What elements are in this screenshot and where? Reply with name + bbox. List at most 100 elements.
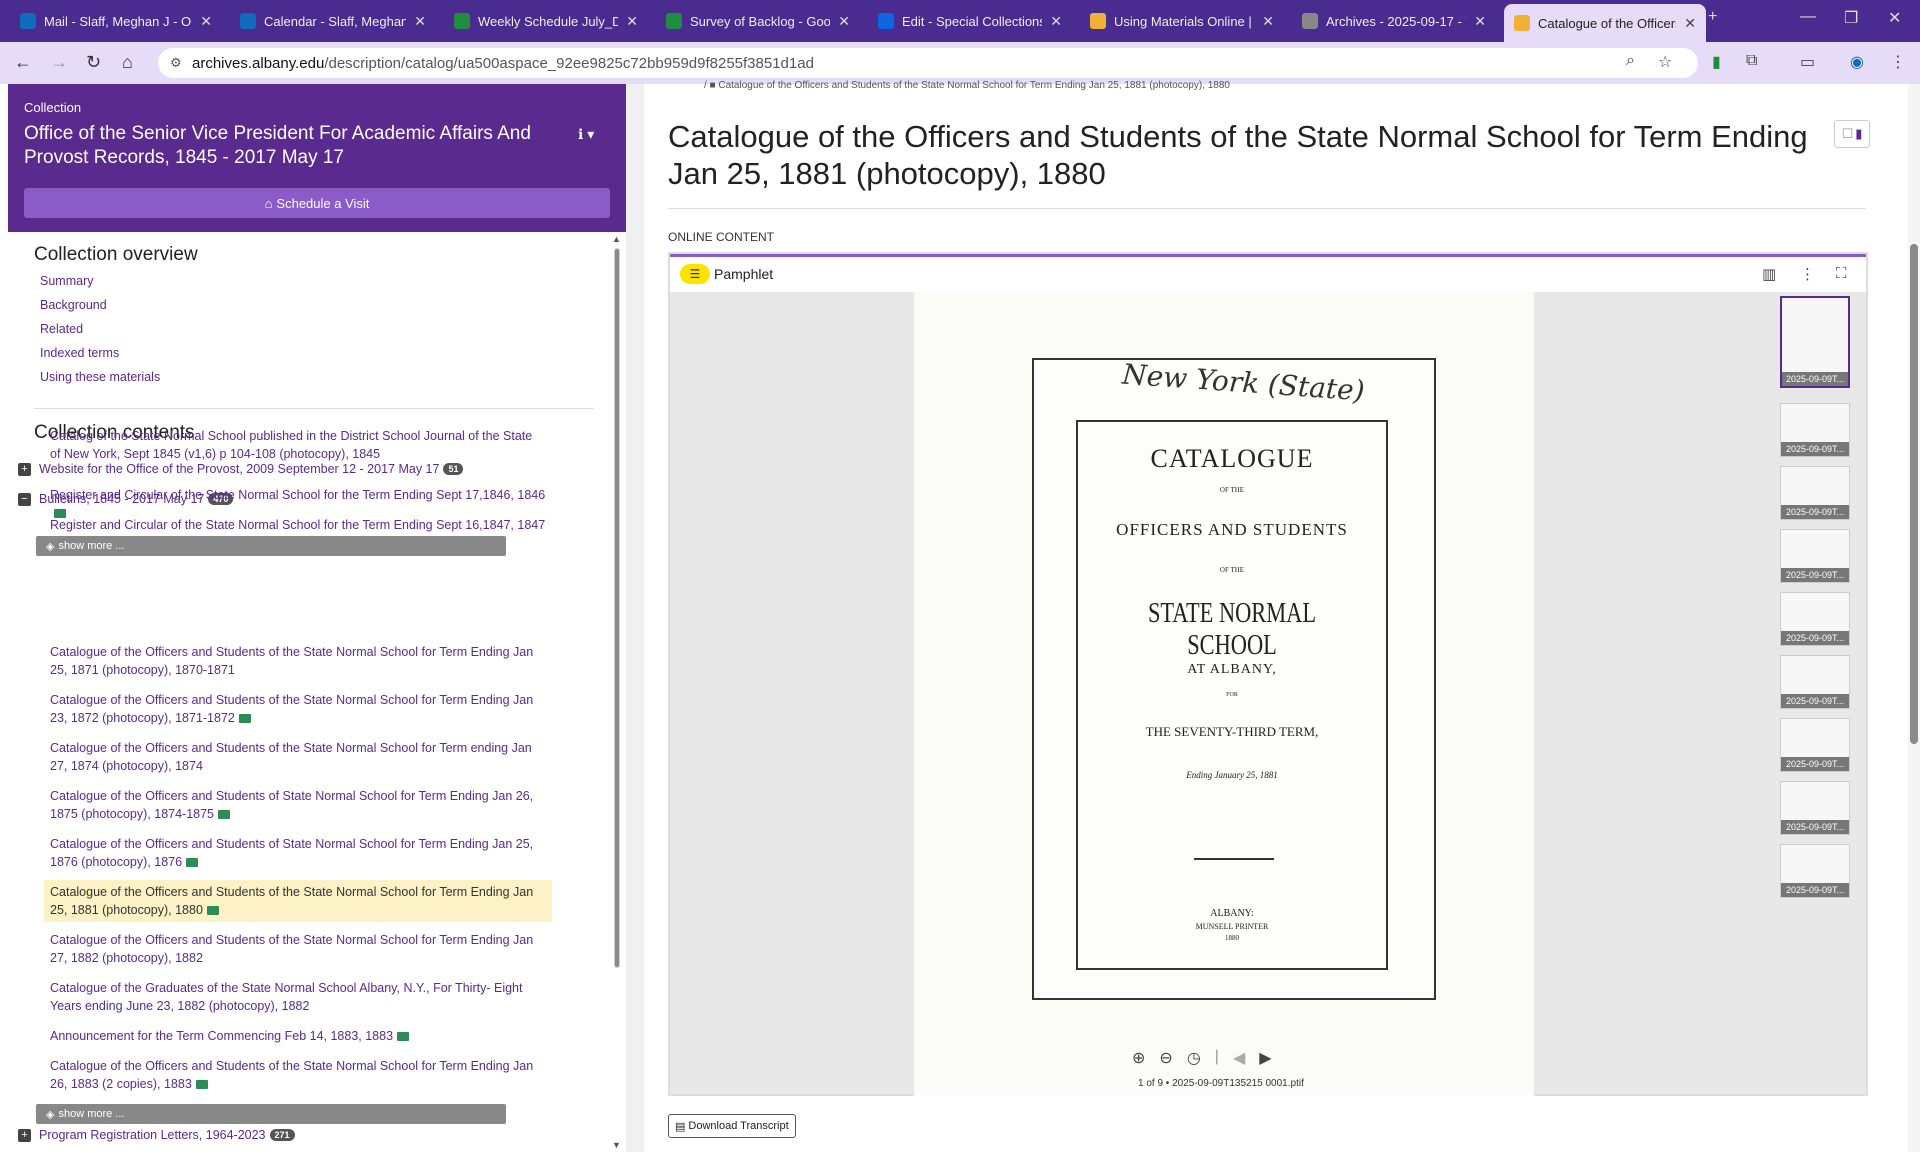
page-image[interactable]: New York (State) CATALOGUE OF THE OFFICE… (914, 292, 1534, 1096)
page-thumbnail[interactable]: 2025-09-09T... (1780, 466, 1850, 520)
count-badge: 271 (269, 1129, 295, 1141)
url-path: /description/catalog/ua500aspace_92ee982… (324, 54, 814, 72)
list-item[interactable]: Catalogue of the Officers and Students o… (44, 880, 552, 922)
page-thumbnail[interactable]: 2025-09-09T... (1780, 592, 1850, 646)
site-info-icon[interactable]: ⚙ (170, 55, 182, 71)
cast-icon[interactable]: ▭ (1800, 52, 1815, 72)
forward-icon[interactable]: → (50, 52, 68, 73)
show-more-button[interactable]: ◈ show more ... (36, 536, 506, 556)
collapse-icon[interactable]: − (18, 492, 31, 506)
profile-avatar-icon[interactable]: ◉ (1850, 52, 1864, 72)
list-item[interactable]: Catalogue of the Officers and Students o… (44, 832, 552, 874)
item-label: Catalogue of the Officers and Students o… (50, 789, 534, 821)
reload-icon[interactable]: ↻ (86, 52, 101, 73)
overview-link-background[interactable]: Background (40, 298, 594, 314)
collection-title[interactable]: Office of the Senior Vice President For … (24, 122, 564, 170)
reset-zoom-icon[interactable]: ◷ (1187, 1048, 1201, 1068)
zoom-in-icon[interactable]: ⊕ (1132, 1048, 1145, 1068)
back-icon[interactable]: ← (14, 52, 32, 73)
browser-tab[interactable]: Catalogue of the Officers a ✕ (1504, 4, 1706, 42)
browser-tab[interactable]: Mail - Slaff, Meghan J - Ou ✕ (10, 6, 222, 36)
book-view-icon[interactable]: ▥ (1762, 265, 1776, 283)
zoom-out-icon[interactable]: ⊖ (1159, 1048, 1172, 1068)
scroll-thumb[interactable] (614, 248, 620, 968)
scroll-up-icon[interactable]: ▲ (612, 234, 621, 244)
cover-line: MUNSELL PRINTER (1195, 922, 1269, 931)
page-info: 1 of 9 • 2025-09-09T135215 0001.ptif (1138, 1078, 1304, 1089)
page-thumbnail[interactable]: 2025-09-09T... (1780, 529, 1850, 583)
download-transcript-button[interactable]: ▤ Download Transcript (668, 1114, 796, 1138)
overview-link-related[interactable]: Related (40, 322, 594, 338)
next-page-icon[interactable]: ▶ (1259, 1048, 1271, 1068)
more-options-icon[interactable]: ⋮ (1800, 265, 1815, 283)
address-bar[interactable]: ⚙ archives.albany.edu/description/catalo… (158, 48, 1698, 78)
new-tab-button[interactable]: + (1708, 8, 1717, 26)
item-label: Register and Circular of the State Norma… (50, 518, 546, 532)
expand-icon[interactable]: + (18, 1128, 31, 1142)
page-thumbnail[interactable]: 2025-09-09T... (1780, 655, 1850, 709)
sidebar-scrollbar[interactable]: ▲ ▼ (612, 234, 622, 1150)
close-tab-icon[interactable]: ✕ (1684, 15, 1696, 32)
schedule-visit-button[interactable]: ⌂ Schedule a Visit (24, 188, 610, 218)
bookmark-star-icon[interactable]: ☆ (1658, 52, 1672, 72)
collection-overview: Collection overview Summary Background Rel… (34, 244, 594, 386)
cover-line: Ending January 25, 1881 (1186, 770, 1278, 780)
browser-tab[interactable]: Weekly Schedule July_Dec ✕ (444, 6, 648, 36)
browser-tab[interactable]: Using Materials Online | M ✕ (1080, 6, 1284, 36)
series-item[interactable]: + Program Registration Letters, 1964-2023… (18, 1128, 295, 1142)
page-thumbnail[interactable]: 2025-09-09T... (1780, 403, 1850, 457)
list-item[interactable]: Register and Circular of the State Norma… (44, 513, 552, 537)
menu-dots-icon[interactable]: ⋮ (1890, 52, 1906, 72)
extensions-puzzle-icon[interactable]: ⧉ (1746, 52, 1757, 70)
list-item[interactable]: Catalog of the State Normal School publi… (44, 424, 552, 466)
hamburger-menu-icon[interactable]: ☰ (680, 264, 710, 284)
cover-line: THE SEVENTY-THIRD TERM, (1145, 724, 1319, 739)
overview-link-using-these-materials[interactable]: Using these materials (40, 370, 594, 386)
list-item[interactable]: Catalogue of the Graduates of the State … (44, 976, 552, 1018)
scroll-down-icon[interactable]: ▼ (612, 1140, 621, 1150)
breadcrumb[interactable]: / ■ Catalogue of the Officers and Studen… (704, 80, 1230, 91)
list-item[interactable]: Announcement for the Term Commencing Feb… (44, 1024, 552, 1048)
list-item[interactable]: Catalogue of the Officers and Students o… (44, 928, 552, 970)
browser-tab[interactable]: Archives - 2025-09-17 - W ✕ (1292, 6, 1496, 36)
fullscreen-icon[interactable]: ⛶ (1836, 265, 1847, 282)
close-tab-icon[interactable]: ✕ (1050, 13, 1062, 30)
close-window-icon[interactable]: ✕ (1888, 8, 1901, 28)
close-tab-icon[interactable]: ✕ (626, 13, 638, 30)
browser-tab[interactable]: Calendar - Slaff, Meghan J ✕ (230, 6, 436, 36)
viewer-controls: ⊕ ⊖ ◷ | ◀ ▶ (1132, 1048, 1272, 1068)
pamphlet-cover: New York (State) CATALOGUE OF THE OFFICE… (1032, 358, 1436, 1000)
list-item[interactable]: Catalogue of the Officers and Students o… (44, 640, 552, 682)
list-item[interactable]: Catalogue of the Officers and Students o… (44, 688, 552, 730)
list-item[interactable]: Catalogue of the Officers and Students o… (44, 736, 552, 778)
list-item[interactable]: Catalogue of the Officers and Students o… (44, 1054, 552, 1096)
home-icon[interactable]: ⌂ (122, 52, 133, 73)
overview-link-indexed-terms[interactable]: Indexed terms (40, 346, 594, 362)
page-thumbnail[interactable]: 2025-09-09T... (1780, 844, 1850, 898)
bookmark-button[interactable]: ☐ ▮ (1834, 120, 1870, 148)
zoom-icon[interactable]: ⌕ (1626, 52, 1635, 70)
previous-page-icon[interactable]: ◀ (1233, 1048, 1245, 1068)
browser-tab[interactable]: Edit - Special Collections & ✕ (868, 6, 1072, 36)
expand-icon[interactable]: + (18, 462, 31, 476)
info-icon[interactable]: ℹ ▾ (578, 126, 594, 143)
series-label[interactable]: Program Registration Letters, 1964-2023 (39, 1128, 266, 1142)
close-tab-icon[interactable]: ✕ (414, 13, 426, 30)
page-thumbnail[interactable]: 2025-09-09T... (1780, 781, 1850, 835)
page-thumbnail[interactable]: 2025-09-09T... (1780, 296, 1850, 388)
close-tab-icon[interactable]: ✕ (1474, 13, 1486, 30)
close-tab-icon[interactable]: ✕ (1262, 13, 1274, 30)
page-thumbnail[interactable]: 2025-09-09T... (1780, 718, 1850, 772)
show-more-button[interactable]: ◈ show more ... (36, 1104, 506, 1124)
list-item[interactable]: Catalogue of the Officers and Students o… (44, 784, 552, 826)
browser-tab[interactable]: Survey of Backlog - Googl ✕ (656, 6, 860, 36)
extension-icon[interactable]: ▮ (1712, 52, 1721, 72)
restore-icon[interactable]: ❐ (1844, 8, 1858, 28)
close-tab-icon[interactable]: ✕ (200, 13, 212, 30)
page-scrollbar[interactable] (1908, 84, 1920, 1152)
overview-link-summary[interactable]: Summary (40, 274, 594, 290)
close-tab-icon[interactable]: ✕ (838, 13, 850, 30)
minimize-icon[interactable]: — (1800, 8, 1816, 26)
collection-label: Collection (24, 100, 82, 115)
scroll-thumb[interactable] (1910, 244, 1918, 744)
